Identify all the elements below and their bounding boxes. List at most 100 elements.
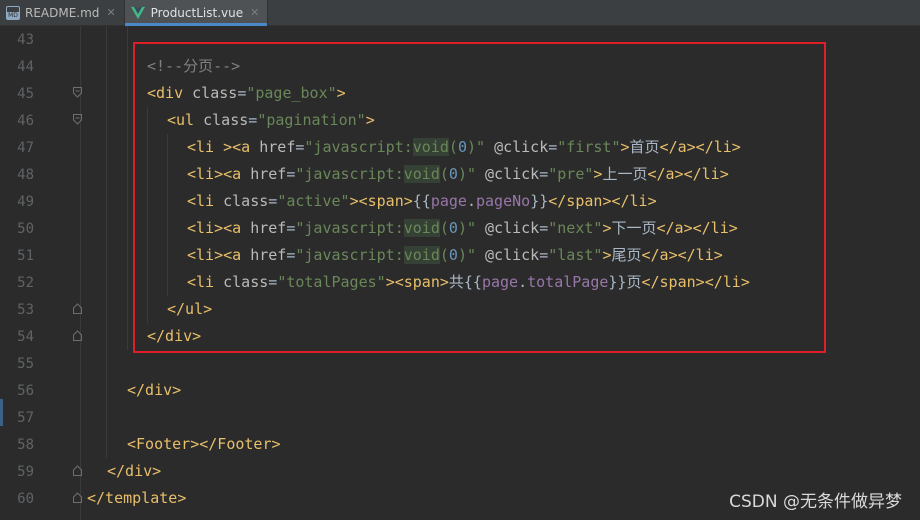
line-number: 52 — [17, 275, 34, 291]
code-text: </div> — [147, 327, 202, 345]
indent-guide — [127, 53, 128, 80]
indent-guide — [147, 215, 148, 242]
indent-guide — [127, 296, 128, 323]
code-line[interactable]: 49 <li class="active"><span>{{page.pageN… — [0, 188, 920, 215]
line-number: 60 — [17, 491, 34, 507]
indent-guide — [106, 323, 107, 350]
tab-label: README.md — [25, 5, 100, 20]
indent-guide — [106, 53, 107, 80]
line-number: 58 — [17, 437, 34, 453]
indent-guide — [106, 404, 107, 431]
code-text: </ul> — [167, 300, 213, 318]
code-line[interactable]: 44 <!--分页--> — [0, 53, 920, 80]
code-line[interactable]: 46 <ul class="pagination"> — [0, 107, 920, 134]
tab-productlist-vue[interactable]: ProductList.vue ✕ — [124, 0, 269, 26]
indent-guide — [147, 188, 148, 215]
line-number: 55 — [17, 356, 34, 372]
line-number: 44 — [17, 59, 34, 75]
fold-end-icon[interactable] — [73, 330, 82, 341]
code-editor[interactable]: 43 44 <!--分页--> 45 <div class="page_box"… — [0, 26, 920, 520]
indent-guide — [127, 269, 128, 296]
line-number: 54 — [17, 329, 34, 345]
code-line[interactable]: 45 <div class="page_box"> — [0, 80, 920, 107]
indent-guide — [106, 296, 107, 323]
tab-readme[interactable]: README.md ✕ — [0, 0, 125, 25]
code-line[interactable]: 50 <li><a href="javascript:void(0)" @cli… — [0, 215, 920, 242]
line-number: 57 — [17, 410, 34, 426]
indent-guide — [167, 215, 168, 242]
code-text: </div> — [107, 462, 162, 480]
code-text: <ul class="pagination"> — [167, 111, 375, 129]
indent-guide — [106, 377, 107, 404]
fold-end-icon[interactable] — [73, 465, 82, 476]
line-number: 45 — [17, 86, 34, 102]
vue-file-icon — [130, 6, 145, 19]
code-text: <li><a href="javascript:void(0)" @click=… — [187, 246, 723, 264]
code-line[interactable]: 55 — [0, 350, 920, 377]
editor-tab-bar: README.md ✕ ProductList.vue ✕ — [0, 0, 920, 26]
indent-guide — [147, 242, 148, 269]
line-number: 56 — [17, 383, 34, 399]
code-line[interactable]: 58 <Footer></Footer> — [0, 431, 920, 458]
code-text: <li><a href="javascript:void(0)" @click=… — [187, 219, 738, 237]
tab-label: ProductList.vue — [150, 5, 244, 20]
code-line[interactable]: 59 </div> — [0, 458, 920, 485]
fold-collapse-icon[interactable] — [73, 114, 82, 125]
indent-guide — [167, 188, 168, 215]
line-number: 46 — [17, 113, 34, 129]
code-line[interactable]: 51 <li><a href="javascript:void(0)" @cli… — [0, 242, 920, 269]
indent-guide — [147, 161, 148, 188]
indent-guide — [106, 26, 107, 53]
fold-end-icon[interactable] — [73, 303, 82, 314]
indent-guide — [106, 188, 107, 215]
indent-guide — [127, 134, 128, 161]
code-line[interactable]: 57 — [0, 404, 920, 431]
code-line[interactable]: 56 </div> — [0, 377, 920, 404]
code-line[interactable]: 52 <li class="totalPages"><span>共{{page.… — [0, 269, 920, 296]
code-text: <li><a href="javascript:void(0)" @click=… — [187, 165, 729, 183]
close-icon[interactable]: ✕ — [106, 6, 115, 19]
indent-guide — [127, 188, 128, 215]
indent-guide — [127, 26, 128, 53]
indent-guide — [167, 161, 168, 188]
indent-guide — [167, 134, 168, 161]
fold-end-icon[interactable] — [73, 492, 82, 503]
line-number: 50 — [17, 221, 34, 237]
indent-guide — [106, 161, 107, 188]
line-number: 49 — [17, 194, 34, 210]
fold-collapse-icon[interactable] — [73, 87, 82, 98]
indent-guide — [147, 296, 148, 323]
indent-guide — [106, 107, 107, 134]
code-line[interactable]: 54 </div> — [0, 323, 920, 350]
code-text: <li class="active"><span>{{page.pageNo}}… — [187, 192, 657, 210]
code-line[interactable]: 43 — [0, 26, 920, 53]
indent-guide — [147, 269, 148, 296]
line-number: 47 — [17, 140, 34, 156]
line-number: 59 — [17, 464, 34, 480]
code-text: </div> — [127, 381, 182, 399]
code-comment: <!--分页--> — [147, 57, 241, 75]
indent-guide — [106, 350, 107, 377]
line-number: 53 — [17, 302, 34, 318]
code-text: <li class="totalPages"><span>共{{page.tot… — [187, 273, 750, 291]
indent-guide — [106, 80, 107, 107]
indent-guide — [106, 431, 107, 458]
indent-guide — [147, 107, 148, 134]
indent-guide — [167, 269, 168, 296]
code-line[interactable]: 53 </ul> — [0, 296, 920, 323]
code-text: <div class="page_box"> — [147, 84, 346, 102]
code-line[interactable]: 48 <li><a href="javascript:void(0)" @cli… — [0, 161, 920, 188]
code-text: <Footer></Footer> — [127, 435, 281, 453]
close-icon[interactable]: ✕ — [250, 6, 259, 19]
line-number: 48 — [17, 167, 34, 183]
indent-guide — [147, 134, 148, 161]
code-text: </template> — [87, 489, 187, 507]
code-line[interactable]: 47 <li ><a href="javascript:void(0)" @cl… — [0, 134, 920, 161]
code-text: <li ><a href="javascript:void(0)" @click… — [187, 138, 741, 156]
indent-guide — [106, 215, 107, 242]
indent-guide — [127, 215, 128, 242]
line-number: 51 — [17, 248, 34, 264]
indent-guide — [127, 80, 128, 107]
indent-guide — [167, 242, 168, 269]
indent-guide — [127, 107, 128, 134]
